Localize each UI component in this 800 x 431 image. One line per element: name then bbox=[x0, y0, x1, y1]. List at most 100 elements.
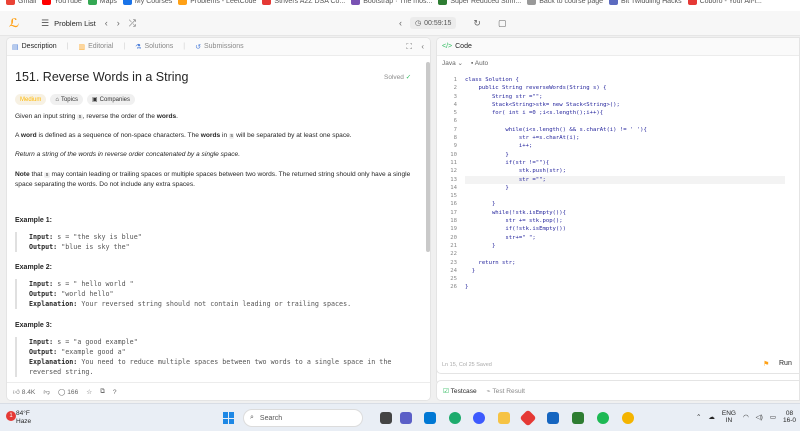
code-line[interactable]: return str; bbox=[465, 259, 785, 267]
zoom-icon[interactable] bbox=[473, 412, 485, 424]
bookmark-item[interactable]: Gmail bbox=[6, 0, 36, 7]
line-number: 21 bbox=[450, 242, 457, 249]
code-line[interactable]: String str =""; bbox=[465, 93, 785, 101]
weather-widget[interactable]: 1 84°F Haze bbox=[6, 410, 31, 426]
file-explorer-icon[interactable] bbox=[498, 412, 510, 424]
bookmark-item[interactable]: Super Reduced Strin... bbox=[438, 0, 521, 7]
bookmark-item[interactable]: Back to course page bbox=[527, 0, 603, 7]
teams-icon[interactable] bbox=[400, 412, 412, 424]
code-line[interactable]: } bbox=[465, 151, 785, 159]
code-line[interactable]: while(i<s.length() && s.charAt(i) != ' '… bbox=[465, 126, 785, 134]
word-icon[interactable] bbox=[547, 412, 559, 424]
auto-toggle[interactable]: ▪ Auto bbox=[471, 60, 488, 67]
taskbar-search[interactable]: ⌕ Search bbox=[243, 409, 363, 427]
leetcode-logo-icon[interactable]: ℒ bbox=[9, 16, 23, 30]
vscode-icon[interactable] bbox=[424, 412, 436, 424]
like-button[interactable]: 👍︎ 8.4K bbox=[13, 388, 35, 396]
excel-icon[interactable] bbox=[572, 412, 584, 424]
windows-start-icon[interactable] bbox=[223, 412, 235, 424]
spotify-icon[interactable] bbox=[597, 412, 609, 424]
language-indicator[interactable]: ENG IN bbox=[722, 410, 736, 424]
tag-icon: ⌂ bbox=[55, 96, 59, 103]
topics-button[interactable]: ⌂ Topics bbox=[50, 94, 83, 105]
timer[interactable]: ◷ 00:59:15 bbox=[410, 17, 457, 29]
code-editor[interactable]: 1 2 3 4 5 6 7 8 9 10 11 12 13 14 15 16 17 18 19 20 21 22 23 24 2… bbox=[437, 76, 799, 356]
code-line[interactable]: } bbox=[465, 200, 785, 208]
edge-icon[interactable] bbox=[449, 412, 461, 424]
chrome-icon[interactable] bbox=[622, 412, 634, 424]
code-line[interactable]: Stack<String>stk= new Stack<String>(); bbox=[465, 101, 785, 109]
bookmark-item[interactable]: Strivers A2Z DSA Co... bbox=[262, 0, 345, 7]
bookmark-item[interactable]: My Courses bbox=[122, 0, 172, 7]
tab-editorial[interactable]: ▥ Editorial bbox=[78, 43, 113, 51]
code-line[interactable]: str += stk.pop(); bbox=[465, 217, 785, 225]
clock[interactable]: 08 16-0 bbox=[783, 410, 796, 424]
code-line[interactable]: str =""; bbox=[465, 175, 785, 184]
help-icon[interactable]: ? bbox=[113, 389, 117, 396]
code-line[interactable]: str+=" "; bbox=[465, 234, 785, 242]
speaker-icon[interactable]: ◁) bbox=[756, 413, 763, 421]
prev-problem-icon[interactable]: ‹ bbox=[105, 18, 108, 28]
tab-test-result[interactable]: ⌁ Test Result bbox=[487, 387, 525, 395]
tab-description[interactable]: ▤ Description bbox=[12, 43, 57, 51]
bookmark-item[interactable]: Problems - LeetCode bbox=[178, 0, 256, 7]
comments-button[interactable]: ◯ 166 bbox=[58, 388, 78, 396]
bookmarks-bar: Gmail YouTube Maps My Courses Problems - Lee… bbox=[0, 0, 800, 11]
bookmark-item[interactable]: Coboro - Your All-i... bbox=[687, 0, 762, 7]
bookmark-item[interactable]: Maps bbox=[87, 0, 117, 7]
code-lines[interactable]: class Solution { public String reverseWo… bbox=[465, 76, 785, 292]
line-number: 5 bbox=[453, 110, 457, 117]
code-line[interactable]: } bbox=[465, 283, 785, 291]
bookmark-favicon-icon bbox=[438, 0, 448, 5]
tab-testcase[interactable]: ☑ Testcase bbox=[443, 387, 477, 395]
git-icon[interactable] bbox=[519, 409, 537, 427]
share-icon[interactable]: ⧉ bbox=[100, 388, 105, 396]
task-view-icon[interactable] bbox=[380, 412, 392, 424]
code-line[interactable]: for( int i =0 ;i<s.length();i++){ bbox=[465, 109, 785, 117]
expand-icon[interactable]: ⛶ bbox=[406, 42, 412, 52]
line-number: 20 bbox=[450, 234, 457, 241]
run-button[interactable]: Run bbox=[779, 360, 792, 367]
scrollbar[interactable] bbox=[426, 62, 430, 252]
cloud-icon[interactable]: ☁ bbox=[708, 413, 715, 421]
code-line[interactable]: str +=s.charAt(i); bbox=[465, 134, 785, 142]
battery-icon[interactable]: ▭ bbox=[770, 413, 776, 421]
code-line[interactable]: } bbox=[465, 242, 785, 250]
star-icon[interactable]: ☆ bbox=[86, 388, 92, 396]
code-line[interactable] bbox=[465, 192, 785, 200]
list-icon[interactable]: ☰ bbox=[41, 18, 49, 29]
line-number: 14 bbox=[450, 184, 457, 191]
wifi-icon[interactable]: ◠ bbox=[743, 413, 749, 421]
next-problem-icon[interactable]: › bbox=[117, 18, 120, 28]
tab-solutions[interactable]: ⚗ Solutions bbox=[135, 43, 173, 51]
code-line[interactable]: } bbox=[465, 267, 785, 275]
shuffle-icon[interactable]: ⤮ bbox=[129, 18, 136, 29]
code-line[interactable] bbox=[465, 250, 785, 258]
code-line[interactable] bbox=[465, 275, 785, 283]
code-line[interactable]: if(!stk.isEmpty()) bbox=[465, 225, 785, 233]
tab-submissions[interactable]: ↺ Submissions bbox=[195, 43, 244, 51]
code-line[interactable]: if(str !=""){ bbox=[465, 159, 785, 167]
language-select[interactable]: Java ⌄ bbox=[442, 59, 463, 67]
code-line[interactable]: } bbox=[465, 184, 785, 192]
code-line[interactable] bbox=[465, 117, 785, 125]
bookmark-item[interactable]: YouTube bbox=[42, 0, 82, 7]
debug-icon[interactable]: ⚑ bbox=[763, 360, 769, 368]
check-circle-icon: ✓ bbox=[405, 74, 412, 81]
chevron-left-icon[interactable]: ‹ bbox=[399, 18, 402, 28]
code-line[interactable]: i++; bbox=[465, 142, 785, 150]
dislike-icon[interactable]: 👎︎ bbox=[43, 388, 50, 396]
reset-timer-icon[interactable]: ↻ bbox=[473, 18, 481, 29]
companies-button[interactable]: ▣ Companies bbox=[86, 94, 136, 105]
code-line[interactable]: class Solution { bbox=[465, 76, 785, 84]
thumbs-up-icon: 👍︎ bbox=[13, 389, 20, 396]
code-line[interactable]: public String reverseWords(String s) { bbox=[465, 84, 785, 92]
code-line[interactable]: stk.push(str); bbox=[465, 167, 785, 175]
collapse-left-icon[interactable]: ‹ bbox=[421, 42, 424, 51]
problem-list-link[interactable]: Problem List bbox=[54, 19, 96, 28]
bookmark-item[interactable]: Bit Twiddling Hacks bbox=[609, 0, 682, 7]
chevron-up-icon[interactable]: ⌃ bbox=[696, 413, 701, 421]
code-line[interactable]: while(!stk.isEmpty()){ bbox=[465, 209, 785, 217]
bookmark-item[interactable]: Bootstrap · The mos... bbox=[351, 0, 432, 7]
note-icon[interactable]: ▢ bbox=[498, 18, 507, 29]
